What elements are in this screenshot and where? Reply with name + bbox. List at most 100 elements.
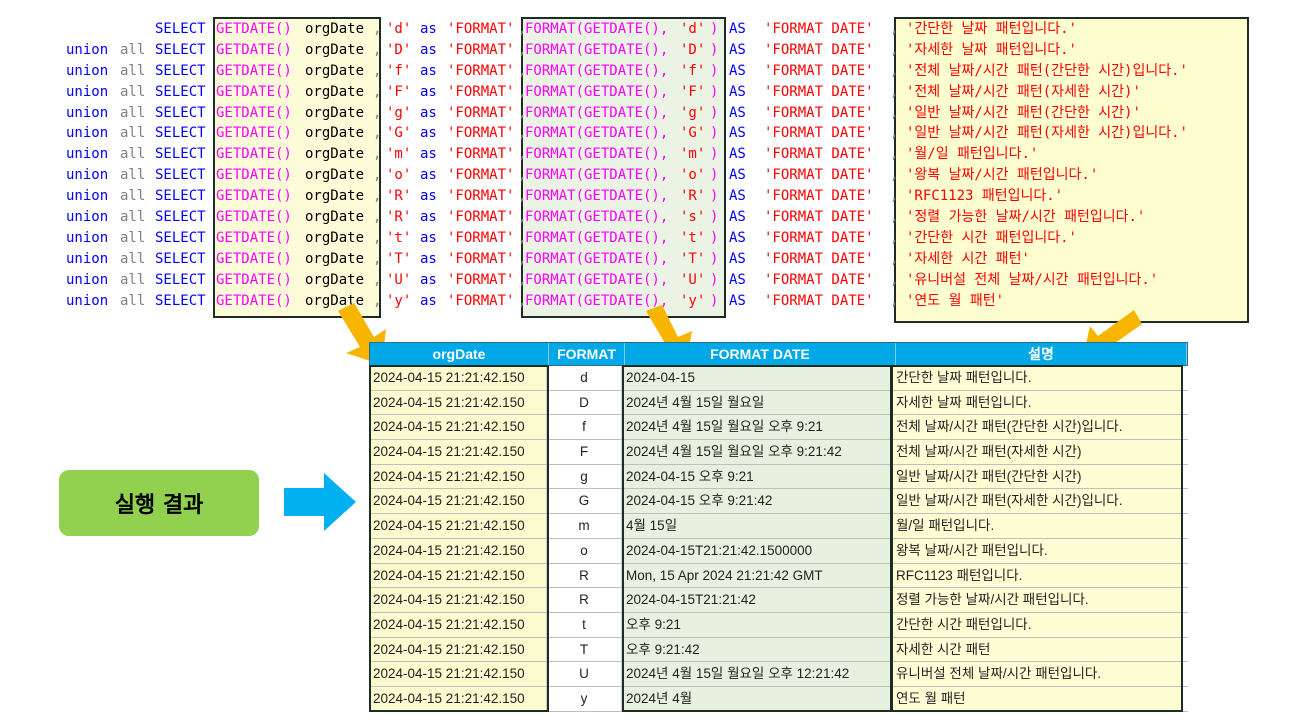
description-string: '월/일 패턴입니다.' (906, 146, 1039, 163)
description-cell: 자세한 시간 패턴 (892, 637, 1182, 662)
format-date-label: 'FORMAT DATE' (764, 62, 874, 79)
description-cell: 왕복 날짜/시간 패턴입니다. (892, 538, 1182, 563)
format-date-label: 'FORMAT DATE' (764, 292, 874, 309)
orgdate-cell: 2024-04-15 21:21:42.150 (369, 514, 547, 538)
code-line: union all SELECT GETDATE() orgDate,'g' as 'FOR… (0, 103, 1301, 124)
getdate-function: GETDATE() (216, 292, 292, 309)
format-date-label: 'FORMAT DATE' (764, 250, 874, 267)
description-string: '간단한 시간 패턴입니다.' (906, 229, 1077, 246)
format-specifier: 'g' (386, 104, 412, 121)
orgdate-alias: orgDate (305, 104, 365, 121)
format-function-open: FORMAT(GETDATE(), (525, 21, 677, 37)
table-row: 2024-04-15 21:21:42.150 U 2024년 4월 15일 월요일… (369, 662, 1188, 687)
as-keyword: AS (729, 292, 746, 309)
as-keyword: as (420, 146, 437, 163)
format-cell: o (547, 538, 622, 563)
comma: , (373, 125, 382, 142)
comma: , (890, 167, 899, 184)
select-keyword: SELECT (155, 229, 206, 246)
format-function-open: FORMAT(GETDATE(), (525, 62, 677, 79)
format-function-specifier: 't' (680, 229, 706, 246)
table-row: 2024-04-15 21:21:42.150 R Mon, 15 Apr 2024… (369, 563, 1188, 589)
orgdate-alias: orgDate (305, 167, 365, 184)
format-cell: d (547, 366, 622, 390)
format-cell: F (547, 440, 622, 464)
format-function-specifier: 'U' (680, 271, 706, 288)
table-body: 2024-04-15 21:21:42.150 d 2024-04-15 간단한 날짜… (369, 366, 1188, 712)
all-keyword: all (120, 41, 146, 58)
format-label: 'FORMAT' (447, 292, 515, 309)
all-keyword: all (120, 167, 146, 184)
format-specifier: 'R' (386, 188, 412, 205)
close-paren: ) (710, 229, 719, 246)
description-cell: 연도 월 패턴 (892, 686, 1182, 711)
format-label: 'FORMAT' (447, 250, 515, 267)
orgdate-cell: 2024-04-15 21:21:42.150 (369, 686, 547, 711)
select-keyword: SELECT (155, 21, 206, 37)
code-line: union all SELECT GETDATE() orgDate, 'U' as 'FOR… (0, 270, 1301, 291)
table-row: 2024-04-15 21:21:42.150 y 2024년 4월 연도 월 패턴 (369, 686, 1188, 712)
description-cell: 정렬 가능한 날짜/시간 패턴입니다. (892, 588, 1182, 612)
select-keyword: SELECT (155, 104, 206, 121)
as-keyword: AS (729, 188, 746, 205)
comma: , (890, 229, 899, 246)
table-row: 2024-04-15 21:21:42.150 o 2024-04-15T21:21… (369, 538, 1188, 564)
format-cell: D (547, 390, 622, 415)
comma: , (890, 188, 899, 205)
format-function-open: FORMAT(GETDATE(), (525, 250, 677, 267)
format-date-label: 'FORMAT DATE' (764, 271, 874, 288)
code-line: union all SELECT GETDATE() orgDate, 'R' as 'FOR… (0, 207, 1301, 228)
close-paren: ) (710, 21, 719, 37)
union-keyword: union (66, 62, 109, 79)
format-cell: R (547, 588, 622, 612)
format-date-cell: 2024년 4월 15일 월요일 오후 12:21:42 (622, 662, 892, 686)
union-keyword: union (66, 146, 109, 163)
comma: , (373, 62, 382, 79)
all-keyword: all (120, 146, 146, 163)
format-cell: g (547, 464, 622, 489)
getdate-function: GETDATE() (216, 250, 292, 267)
comma: , (890, 104, 899, 121)
format-date-cell: Mon, 15 Apr 2024 21:21:42 GMT (622, 563, 892, 588)
as-keyword: AS (729, 167, 746, 184)
comma: , (890, 21, 899, 37)
as-keyword: as (420, 167, 437, 184)
orgdate-cell: 2024-04-15 21:21:42.150 (369, 366, 547, 390)
comma: , (890, 292, 899, 309)
close-paren: ) (710, 104, 719, 121)
format-cell: f (547, 415, 622, 440)
format-function-open: FORMAT(GETDATE(), (525, 229, 677, 246)
table-row: 2024-04-15 21:21:42.150 D 2024년 4월 15일 월요일… (369, 390, 1188, 416)
close-paren: ) (710, 125, 719, 142)
format-date-cell: 2024년 4월 (622, 686, 892, 711)
description-cell: 자세한 날짜 패턴입니다. (892, 390, 1182, 415)
description-string: '간단한 날짜 패턴입니다.' (906, 21, 1077, 37)
orgdate-alias: orgDate (305, 41, 365, 58)
comma: , (373, 250, 382, 267)
format-function-open: FORMAT(GETDATE(), (525, 188, 677, 205)
format-label: 'FORMAT' (447, 271, 515, 288)
format-specifier: 'm' (386, 146, 412, 163)
format-function-specifier: 'F' (680, 83, 706, 100)
as-keyword: AS (729, 62, 746, 79)
format-label: 'FORMAT' (447, 41, 515, 58)
orgdate-cell: 2024-04-15 21:21:42.150 (369, 563, 547, 588)
orgdate-cell: 2024-04-15 21:21:42.150 (369, 489, 547, 514)
as-keyword: AS (729, 41, 746, 58)
orgdate-alias: orgDate (305, 271, 365, 288)
format-specifier: 'D' (386, 41, 412, 58)
description-cell: 일반 날짜/시간 패턴(간단한 시간) (892, 464, 1182, 489)
description-cell: 간단한 날짜 패턴입니다. (892, 366, 1182, 390)
format-label: 'FORMAT' (447, 83, 515, 100)
comma: , (890, 125, 899, 142)
header-format: FORMAT (549, 343, 625, 365)
format-function-specifier: 'm' (680, 146, 706, 163)
select-keyword: SELECT (155, 188, 206, 205)
close-paren: ) (710, 188, 719, 205)
format-function-open: FORMAT(GETDATE(), (525, 104, 677, 121)
orgdate-alias: orgDate (305, 250, 365, 267)
format-cell: U (547, 662, 622, 686)
description-string: '자세한 날짜 패턴입니다.' (906, 41, 1077, 58)
format-function-open: FORMAT(GETDATE(), (525, 83, 677, 100)
code-line: union all SELECT GETDATE() orgDate, 'D' as 'FOR… (0, 40, 1301, 61)
